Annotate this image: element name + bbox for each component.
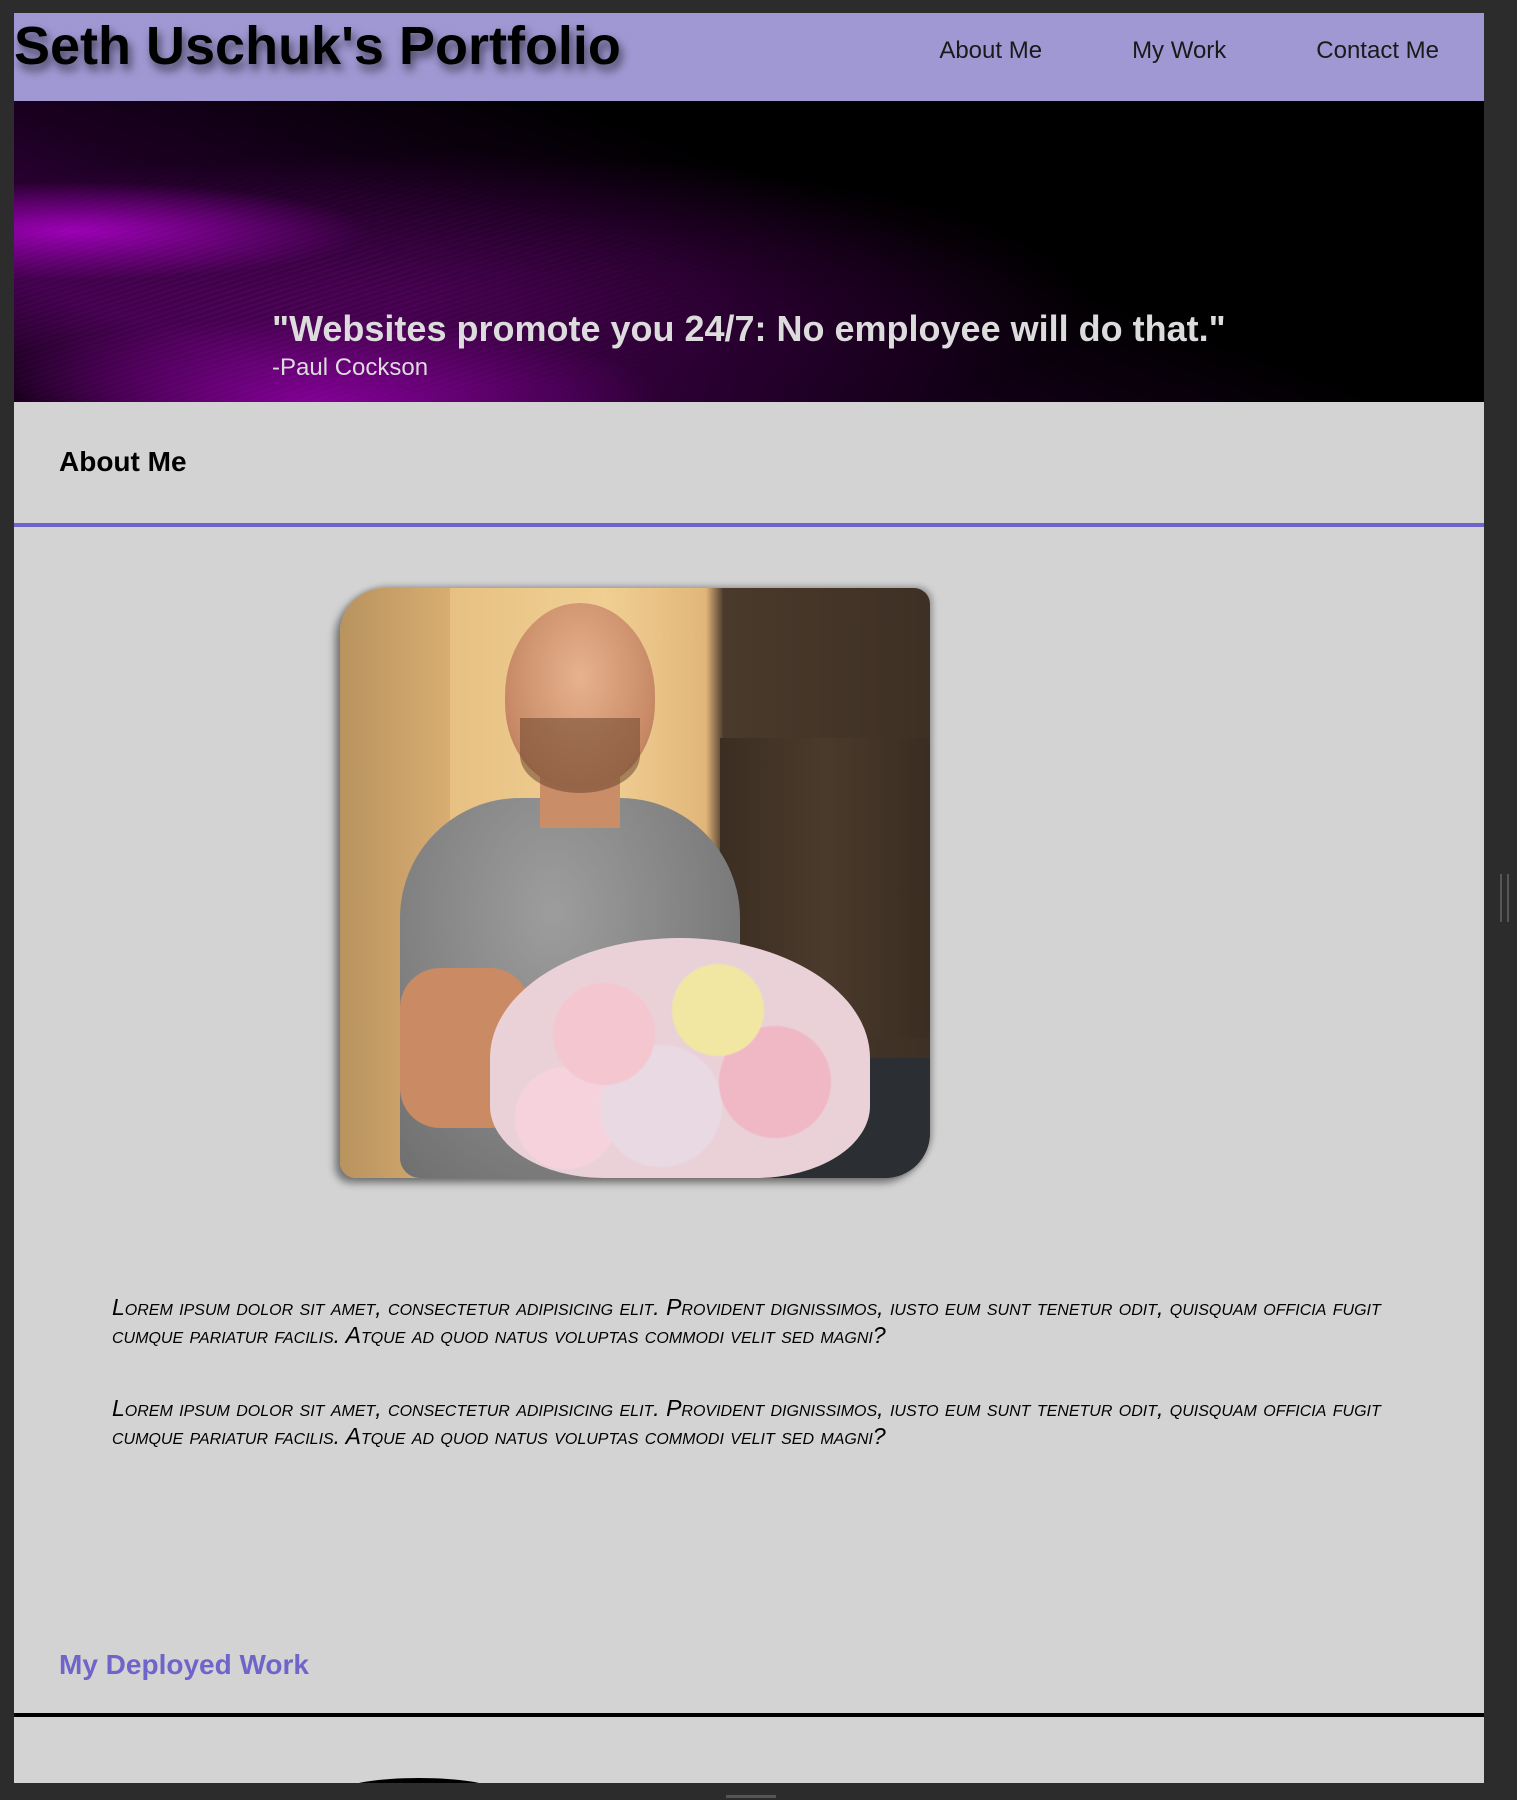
site-title: Seth Uschuk's Portfolio [14, 16, 621, 76]
main-nav: About Me My Work Contact Me [939, 13, 1484, 101]
about-paragraph: Lorem ipsum dolor sit amet, consectetur … [112, 1395, 1381, 1449]
about-heading: About Me [59, 446, 187, 477]
scrollbar-handle[interactable] [1500, 874, 1509, 922]
window-bottom-marker [726, 1795, 776, 1798]
hero-quote-author: -Paul Cockson [272, 354, 429, 381]
work-section-header: My Deployed Work [14, 1613, 1484, 1717]
work-heading[interactable]: My Deployed Work [59, 1649, 309, 1681]
page: Seth Uschuk's Portfolio About Me My Work… [14, 13, 1484, 1783]
hero-banner: "Websites promote you 24/7: No employee … [14, 101, 1484, 402]
about-paragraph: Lorem ipsum dolor sit amet, consectetur … [112, 1294, 1381, 1348]
about-section-header: About Me [14, 402, 1484, 527]
hero-quote: "Websites promote you 24/7: No employee … [272, 308, 1226, 349]
window-top-strip [0, 0, 1517, 13]
nav-link-my-work[interactable]: My Work [1132, 37, 1226, 65]
site-header: Seth Uschuk's Portfolio About Me My Work… [14, 13, 1484, 101]
nav-link-about-me[interactable]: About Me [939, 37, 1042, 65]
profile-photo [340, 588, 930, 1178]
nav-link-contact-me[interactable]: Contact Me [1316, 37, 1439, 65]
